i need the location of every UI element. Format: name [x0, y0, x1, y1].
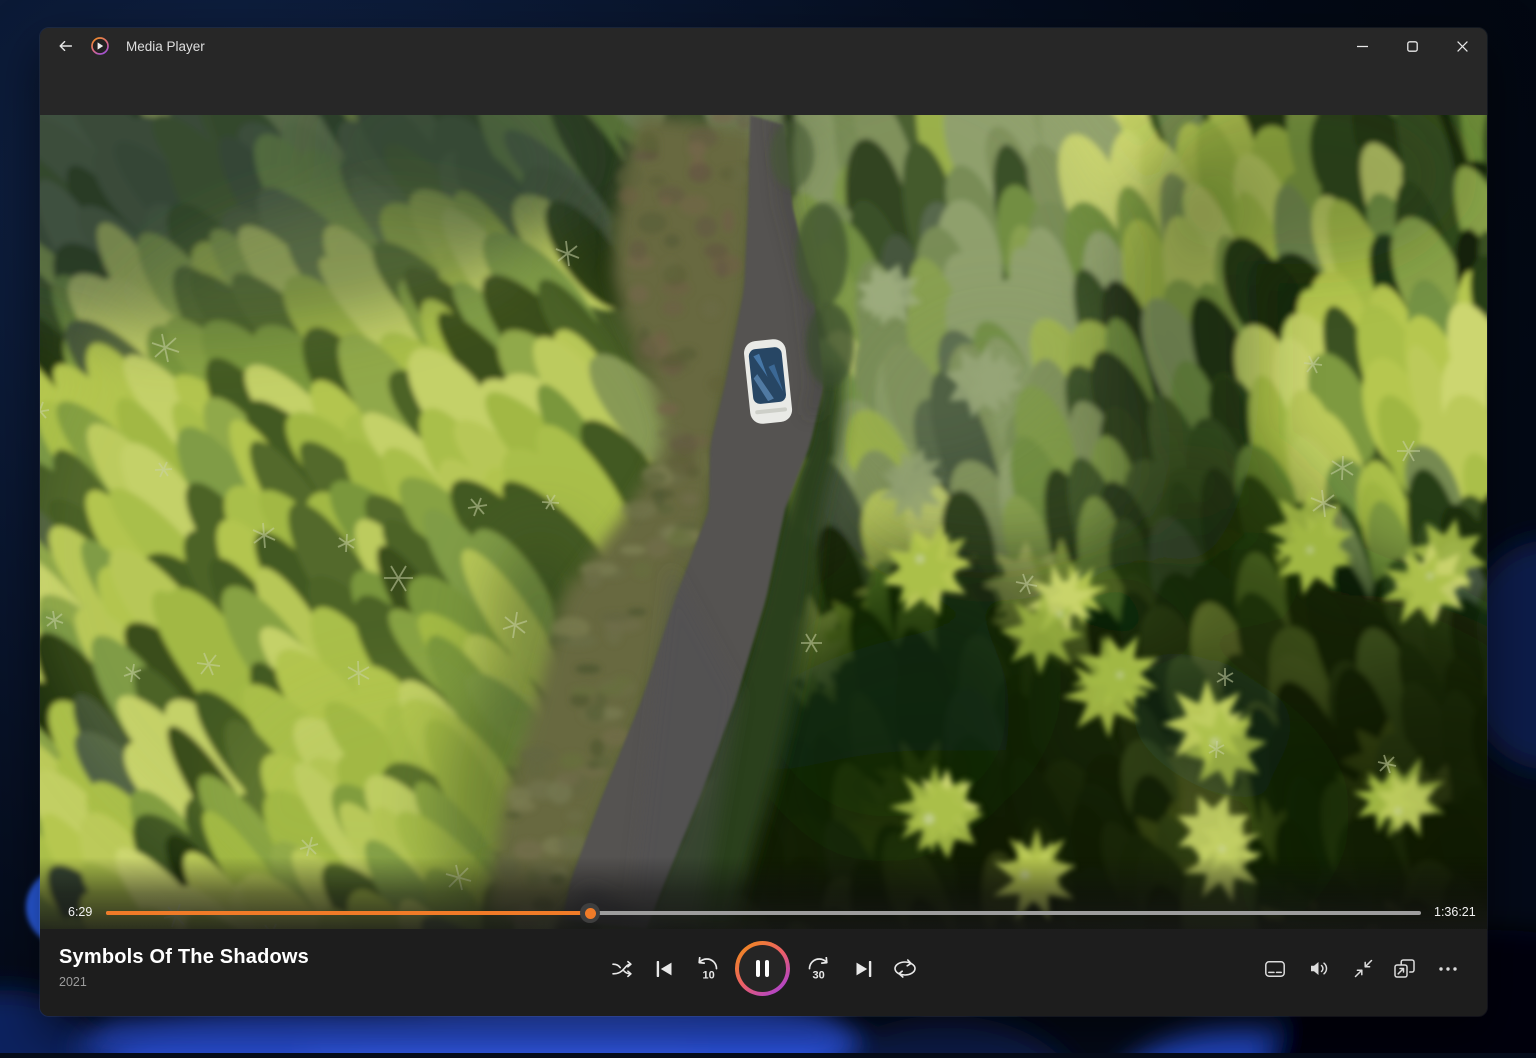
svg-text:30: 30: [813, 969, 825, 981]
svg-text:10: 10: [703, 969, 715, 981]
